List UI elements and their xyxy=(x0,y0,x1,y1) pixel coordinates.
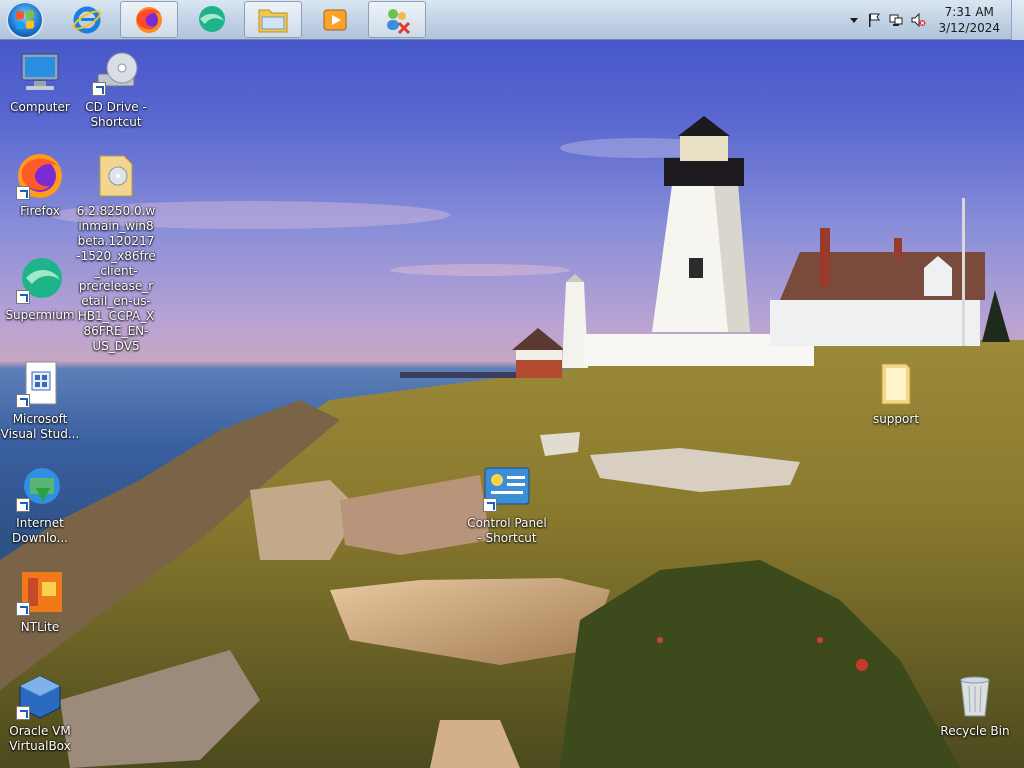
shortcut-arrow-icon xyxy=(16,706,30,720)
show-desktop-button[interactable] xyxy=(1011,0,1024,40)
windows-flag-icon xyxy=(16,10,34,30)
virtualbox-icon xyxy=(16,672,64,720)
desktop-icon-label: Firefox xyxy=(20,204,60,218)
desktop-icon-visual-studio[interactable]: Microsoft Visual Stud... xyxy=(0,360,80,442)
desktop-icon-virtualbox[interactable]: Oracle VM VirtualBox xyxy=(0,672,80,754)
folder-icon xyxy=(872,360,920,408)
rose-flower xyxy=(856,659,868,671)
cloud xyxy=(390,264,570,276)
internet-download-manager-icon xyxy=(16,464,64,512)
lighthouse-lantern xyxy=(680,135,728,161)
desktop-icon-label: Computer xyxy=(10,100,70,114)
desktop-icon-ntlite[interactable]: NTLite xyxy=(0,568,80,635)
taskbar-media-player-button[interactable] xyxy=(306,1,364,38)
volume-muted-icon[interactable] xyxy=(910,12,926,28)
computer-icon xyxy=(16,48,64,96)
house xyxy=(770,300,980,346)
shortcut-arrow-icon xyxy=(16,498,30,512)
clock-date: 3/12/2024 xyxy=(938,21,1000,35)
desktop-icon-label: Recycle Bin xyxy=(940,724,1010,738)
action-center-flag-icon[interactable] xyxy=(866,12,882,28)
cd-drive-icon xyxy=(92,48,140,96)
shortcut-arrow-icon xyxy=(92,82,106,96)
desktop-icon-label: Microsoft Visual Stud... xyxy=(0,412,80,441)
ntlite-icon xyxy=(16,568,64,616)
rose-flower xyxy=(657,637,663,643)
taskbar-firefox-button[interactable] xyxy=(120,1,178,38)
chevron-up-icon[interactable] xyxy=(846,12,862,28)
desktop-icon-label: Internet Downlo... xyxy=(12,516,68,545)
control-panel-icon xyxy=(483,464,531,512)
supermium-icon xyxy=(199,5,225,32)
ie-icon xyxy=(72,6,102,33)
taskbar: 7:31 AM 3/12/2024 xyxy=(0,0,1024,40)
desktop-icon-label: 6.2.8250.0.winmain_win8beta.120217-1520_… xyxy=(76,204,156,353)
desktop-icon-label: support xyxy=(872,412,920,426)
desktop-icon-recycle-bin[interactable]: Recycle Bin xyxy=(935,672,1015,739)
recycle-bin-icon xyxy=(951,672,999,720)
desktop-icon-label: NTLite xyxy=(20,620,60,634)
taskbar-clock[interactable]: 7:31 AM 3/12/2024 xyxy=(938,4,1000,36)
pine-tree xyxy=(982,290,1010,342)
clock-time: 7:31 AM xyxy=(944,5,994,19)
chimney xyxy=(820,228,830,286)
shortcut-arrow-icon xyxy=(16,394,30,408)
desktop-icon-cd-drive-shortcut[interactable]: CD Drive - Shortcut xyxy=(76,48,156,130)
shortcut-arrow-icon xyxy=(16,290,30,304)
media-player-icon xyxy=(323,9,347,30)
desktop-icon-computer[interactable]: Computer xyxy=(0,48,80,115)
lighthouse-gallery xyxy=(664,158,744,186)
start-button[interactable] xyxy=(6,1,44,39)
taskbar-explorer-button[interactable] xyxy=(244,1,302,38)
house-roof xyxy=(780,252,985,300)
chimney xyxy=(894,238,902,258)
bell-tower-roof xyxy=(566,274,584,282)
folder-icon xyxy=(258,9,288,32)
visual-studio-icon xyxy=(16,360,64,408)
desktop-icon-control-panel-shortcut[interactable]: Control Panel - Shortcut xyxy=(467,464,547,546)
desktop-icon-label: CD Drive - Shortcut xyxy=(85,100,147,129)
desktop-icon-win8-folder[interactable]: 6.2.8250.0.winmain_win8beta.120217-1520_… xyxy=(76,152,156,354)
flagpole xyxy=(962,198,965,346)
rose-flower xyxy=(817,637,823,643)
outbuilding-wall xyxy=(516,350,562,360)
shortcut-arrow-icon xyxy=(483,498,497,512)
desktop-icon-label: Supermium xyxy=(5,308,75,322)
lighthouse-window xyxy=(689,258,703,278)
islet xyxy=(400,372,520,378)
taskbar-ie-button[interactable] xyxy=(58,1,116,38)
rock xyxy=(540,432,580,456)
notification-area: 7:31 AM 3/12/2024 xyxy=(824,0,1024,40)
desktop-wallpaper[interactable]: Computer CD Drive - Shortcut Firefox 6.2… xyxy=(0,0,1024,768)
users-icon xyxy=(387,8,411,34)
desktop-icon-label: Oracle VM VirtualBox xyxy=(9,724,71,753)
taskbar-supermium-button[interactable] xyxy=(182,1,240,38)
desktop-icon-label: Control Panel - Shortcut xyxy=(467,516,547,545)
folder-disc-icon xyxy=(92,152,140,200)
supermium-icon xyxy=(16,256,64,304)
taskbar-user-accounts-button[interactable] xyxy=(368,1,426,38)
desktop-icon-support-folder[interactable]: support xyxy=(856,360,936,427)
shortcut-arrow-icon xyxy=(16,186,30,200)
outbuilding-roof xyxy=(512,328,565,350)
desktop-icon-firefox[interactable]: Firefox xyxy=(0,152,80,219)
firefox-icon xyxy=(16,152,64,200)
firefox-icon xyxy=(136,6,162,33)
desktop-icon-supermium[interactable]: Supermium xyxy=(0,256,80,323)
lighthouse-cap xyxy=(678,116,730,136)
desktop-icon-internet-download-manager[interactable]: Internet Downlo... xyxy=(0,464,80,546)
network-icon[interactable] xyxy=(888,12,904,28)
shortcut-arrow-icon xyxy=(16,602,30,616)
